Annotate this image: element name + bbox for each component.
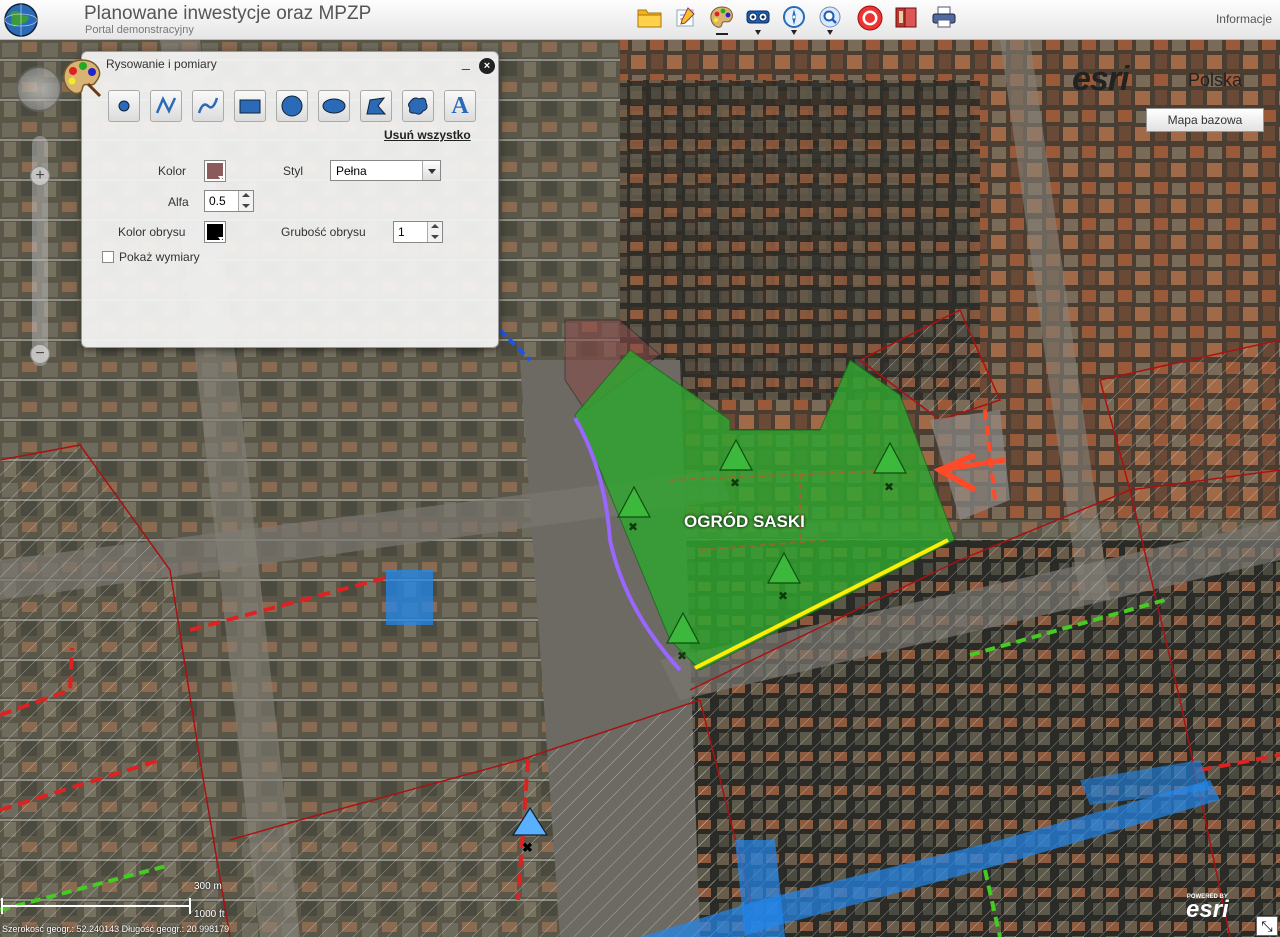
outline-color-label: Kolor obrysu <box>118 225 186 239</box>
pan-control[interactable] <box>16 66 62 112</box>
close-button[interactable]: × <box>479 58 495 74</box>
draw-rectangle-tool[interactable] <box>234 90 266 122</box>
navigation-control: + − <box>10 66 70 396</box>
point-icon <box>118 100 130 112</box>
minimize-button[interactable]: _ <box>462 54 470 70</box>
svg-text:✖: ✖ <box>522 840 533 855</box>
drawing-panel: Rysowanie i pomiary _ × A Usuń wszystko … <box>81 51 499 348</box>
draw-polygon-tool[interactable] <box>360 90 392 122</box>
coordinates-readout: Szerokość geogr.: 52.240143 Długość geog… <box>2 924 230 934</box>
area-label: OGRÓD SASKI <box>684 512 805 531</box>
alpha-value: 0.5 <box>209 194 226 208</box>
draw-freehand-polygon-tool[interactable] <box>402 90 434 122</box>
folder-icon[interactable] <box>636 4 664 34</box>
style-label: Styl <box>283 164 304 178</box>
spinner-arrows-icon[interactable] <box>427 222 442 242</box>
draw-text-tool[interactable]: A <box>444 90 476 122</box>
alpha-stepper[interactable]: 0.5 <box>204 190 254 212</box>
spinner-arrows-icon[interactable] <box>238 191 253 211</box>
chevron-down-icon <box>422 161 440 180</box>
show-dimensions-checkbox[interactable] <box>102 251 114 263</box>
outline-width-stepper[interactable]: 1 <box>393 221 443 243</box>
svg-text:✖: ✖ <box>884 480 894 494</box>
esri-logo: esri <box>1072 60 1129 98</box>
app-header: Planowane inwestycje oraz MPZP Portal de… <box>0 0 1280 40</box>
draw-circle-tool[interactable] <box>276 90 308 122</box>
draw-polyline-tool[interactable] <box>150 90 182 122</box>
rectangle-icon <box>239 99 261 114</box>
basemap-button[interactable]: Mapa bazowa <box>1146 108 1264 132</box>
svg-text:✖: ✖ <box>730 476 740 490</box>
app-subtitle: Portal demonstracyjny <box>85 24 194 36</box>
svg-text:✖: ✖ <box>628 520 638 534</box>
info-link[interactable]: Informacje <box>1216 12 1272 26</box>
fill-color-label: Kolor <box>158 164 187 178</box>
outline-width-label: Grubość obrysu <box>281 225 366 239</box>
style-select-value: Pełna <box>336 164 367 178</box>
show-dimensions-label: Pokaż wymiary <box>119 250 200 264</box>
globe-logo-icon <box>4 3 38 37</box>
panel-title: Rysowanie i pomiary <box>106 57 217 71</box>
svg-text:✖: ✖ <box>677 649 687 663</box>
freehand-line-icon <box>197 97 219 114</box>
polyline-icon <box>155 96 177 114</box>
outline-color-picker[interactable] <box>204 221 226 243</box>
compass-icon[interactable] <box>780 4 808 35</box>
circle-icon <box>281 95 303 117</box>
binoculars-icon[interactable] <box>744 4 772 35</box>
alpha-label: Alfa <box>168 195 189 209</box>
printer-icon[interactable] <box>930 4 958 34</box>
app-title: Planowane inwestycje oraz MPZP <box>84 3 372 24</box>
text-icon: A <box>451 92 469 119</box>
outline-width-value: 1 <box>398 225 405 239</box>
clear-all-link[interactable]: Usuń wszystko <box>384 128 471 142</box>
book-icon[interactable] <box>892 4 920 34</box>
zoom-search-icon[interactable] <box>816 4 844 35</box>
draw-freehand-line-tool[interactable] <box>192 90 224 122</box>
esri-logo-sub: Polska <box>1188 70 1243 90</box>
scale-feet: 1000 ft <box>194 909 225 920</box>
ellipse-icon <box>322 98 346 114</box>
powered-by-esri: POWERED BY esri <box>1186 894 1229 924</box>
zoom-in-button[interactable]: + <box>30 166 50 186</box>
style-select[interactable]: Pełna <box>330 160 441 181</box>
fill-color-picker[interactable] <box>204 160 226 182</box>
scale-bar <box>1 898 191 914</box>
notes-icon[interactable] <box>672 4 700 34</box>
palette-icon[interactable] <box>708 4 736 35</box>
draw-point-tool[interactable] <box>108 90 140 122</box>
powered-by-logo: esri <box>1186 896 1229 923</box>
target-icon[interactable] <box>856 4 884 34</box>
freehand-polygon-icon <box>408 97 428 115</box>
polygon-icon <box>366 97 387 115</box>
drawing-palette-icon[interactable] <box>60 56 104 100</box>
expand-icon[interactable]: ⤡ <box>1256 916 1278 936</box>
draw-ellipse-tool[interactable] <box>318 90 350 122</box>
scale-meters: 300 m <box>194 881 222 892</box>
zoom-out-button[interactable]: − <box>30 344 50 364</box>
svg-text:✖: ✖ <box>778 589 788 603</box>
